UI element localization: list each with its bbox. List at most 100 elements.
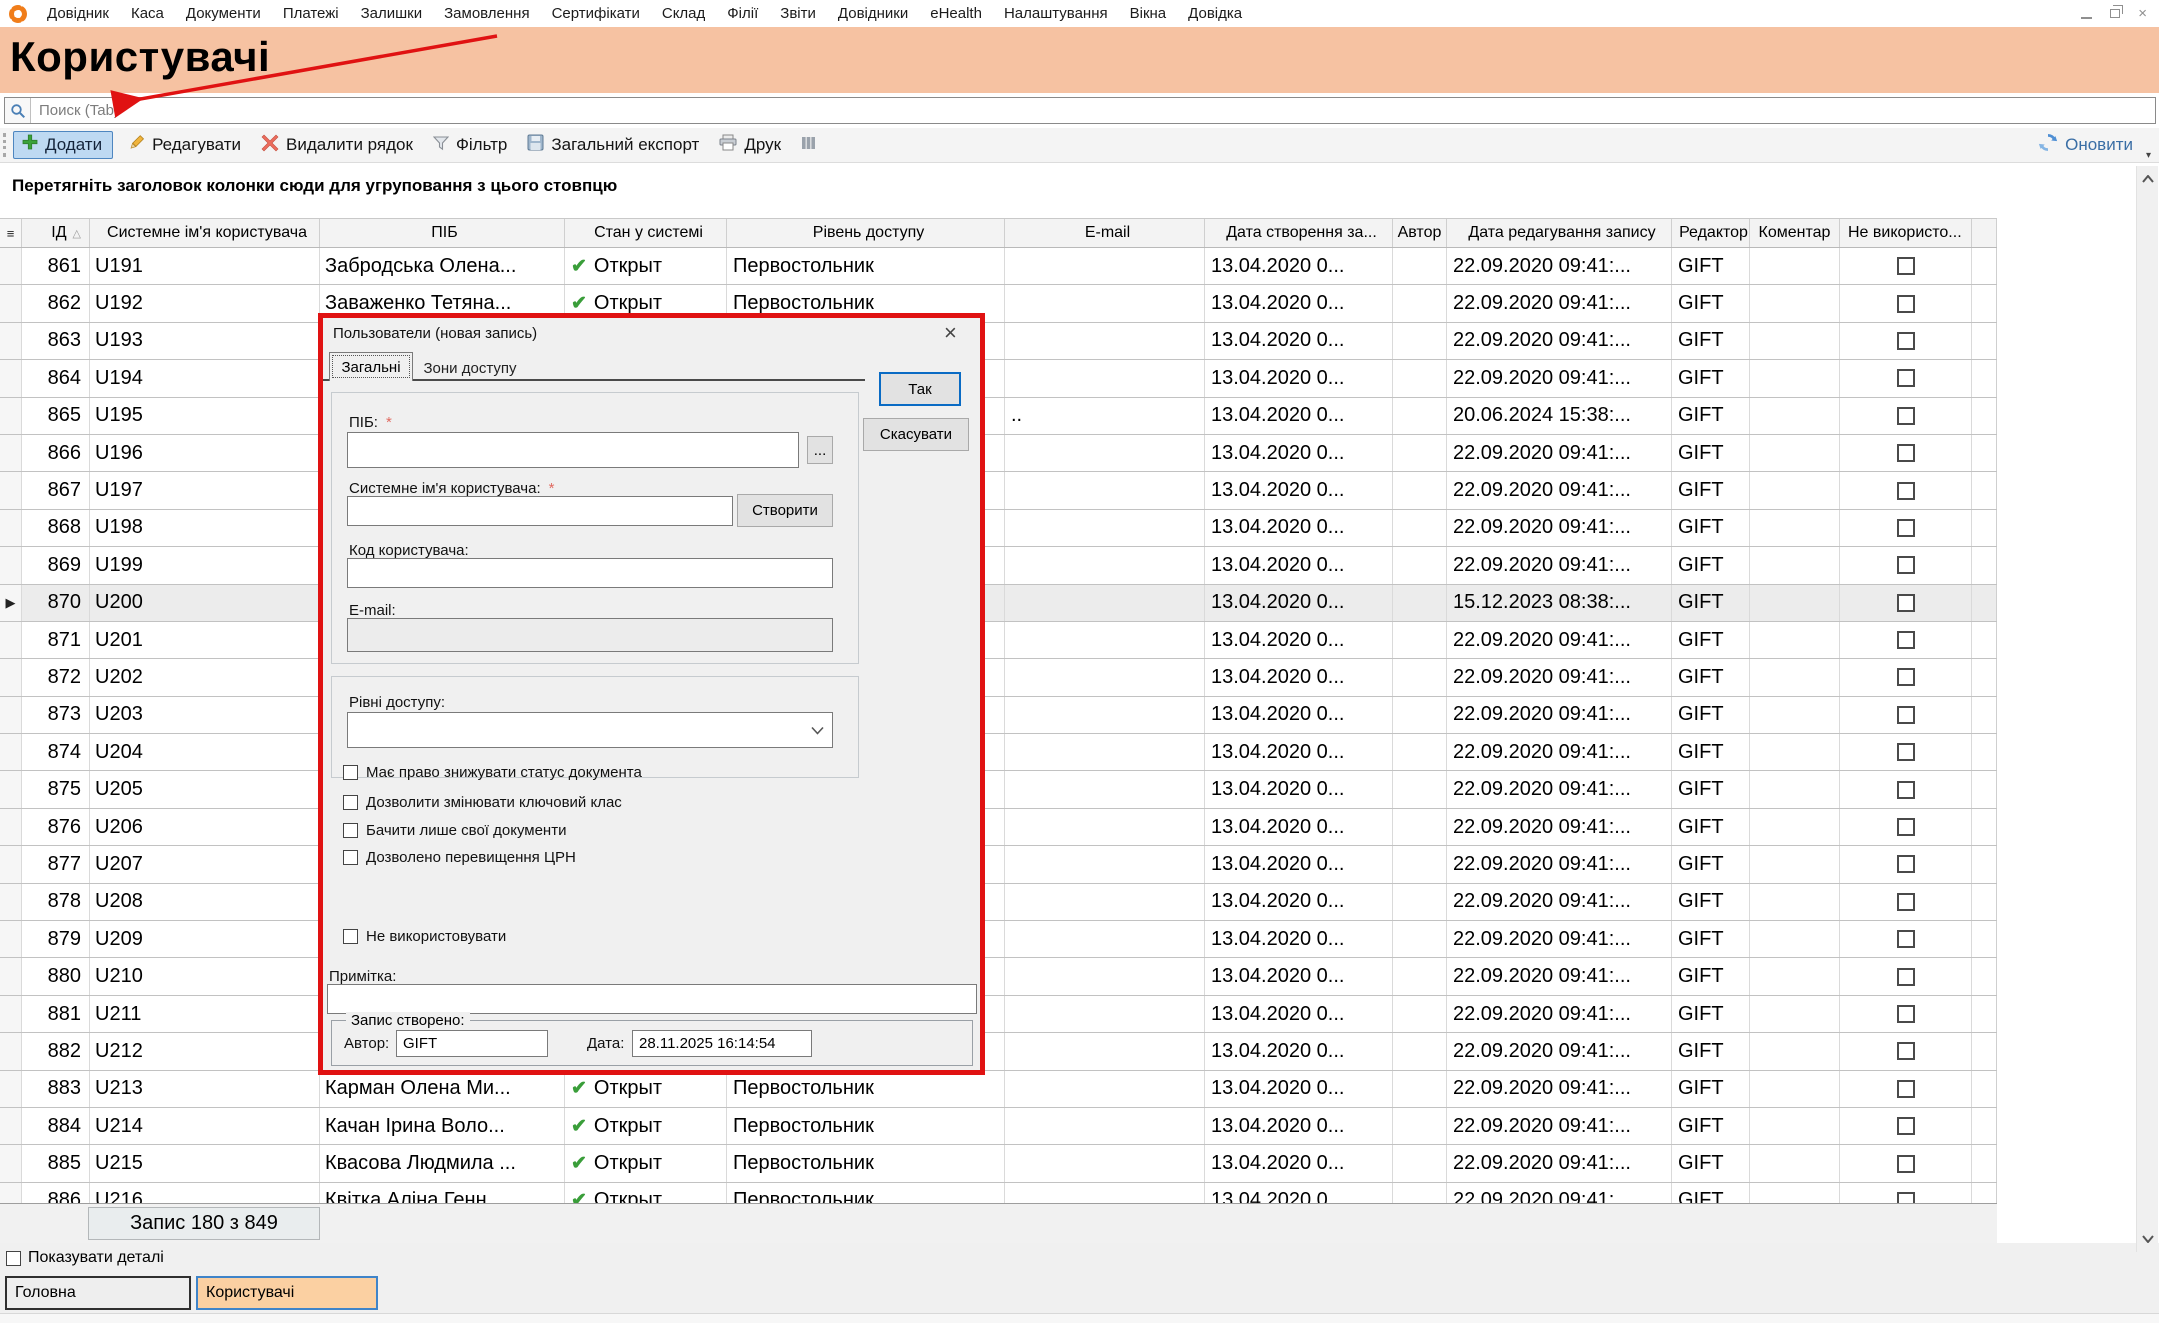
refresh-button[interactable]: Оновити	[2038, 133, 2133, 157]
unused-checkbox[interactable]	[1897, 257, 1915, 275]
column-header[interactable]: ІД△	[22, 219, 90, 247]
toolbar-overflow-caret[interactable]: ▾	[2146, 150, 2151, 161]
close-icon[interactable]: ×	[2138, 6, 2147, 21]
menu-item-12[interactable]: Налаштування	[993, 5, 1119, 22]
unused-checkbox[interactable]	[1897, 482, 1915, 500]
table-row[interactable]: 871U20113.04.2020 0...22.09.2020 09:41:.…	[0, 622, 1997, 659]
sysname-input[interactable]	[347, 496, 733, 526]
unused-checkbox[interactable]	[1897, 444, 1915, 462]
table-row[interactable]: 880U21013.04.2020 0...22.09.2020 09:41:.…	[0, 958, 1997, 995]
search-input[interactable]	[31, 102, 2155, 119]
unused-checkbox[interactable]	[1897, 407, 1915, 425]
unused-checkbox[interactable]	[1897, 1155, 1915, 1173]
unused-checkbox[interactable]	[1897, 855, 1915, 873]
restore-icon[interactable]	[2110, 9, 2120, 18]
menu-item-2[interactable]: Документи	[175, 5, 272, 22]
menu-item-8[interactable]: Філії	[716, 5, 769, 22]
dialog-checkbox-row-2[interactable]: Бачити лише свої документи	[343, 822, 566, 839]
tab-general[interactable]: Загальні	[329, 352, 413, 381]
unused-checkbox[interactable]	[1897, 295, 1915, 313]
dialog-checkbox-row-1[interactable]: Дозволити змінювати ключовий клас	[343, 794, 622, 811]
unused-checkbox[interactable]	[1897, 706, 1915, 724]
show-details-checkbox[interactable]	[6, 1251, 21, 1266]
horizontal-scrollbar[interactable]	[0, 1313, 2159, 1323]
checkbox[interactable]	[343, 850, 358, 865]
table-row[interactable]: 886U216Квітка Аліна Генн...✔ОткрытПервос…	[0, 1183, 1997, 1203]
unused-checkbox[interactable]	[1897, 631, 1915, 649]
menu-item-10[interactable]: Довідники	[827, 5, 919, 22]
vertical-scrollbar[interactable]	[2136, 166, 2158, 1252]
author-input[interactable]: GIFT	[396, 1030, 548, 1057]
create-button[interactable]: Створити	[737, 494, 833, 527]
toolbar-grip[interactable]	[3, 133, 7, 157]
nav-tab-users[interactable]: Користувачі	[196, 1276, 378, 1310]
delete-row-button[interactable]: Видалити рядок	[261, 134, 413, 157]
column-chooser-button[interactable]	[801, 135, 816, 155]
table-row[interactable]: 884U214Качан Ірина Воло...✔ОткрытПервост…	[0, 1108, 1997, 1145]
print-button[interactable]: Друк	[719, 134, 781, 156]
table-row[interactable]: ▶870U20013.04.2020 0...15.12.2023 08:38:…	[0, 585, 1997, 622]
dialog-close-icon[interactable]: ×	[944, 322, 957, 344]
column-header[interactable]: Редактор	[1672, 219, 1750, 247]
unused-checkbox[interactable]	[1897, 1080, 1915, 1098]
unused-checkbox[interactable]	[1897, 369, 1915, 387]
checkbox[interactable]	[343, 765, 358, 780]
column-header[interactable]: ПІБ	[320, 219, 565, 247]
table-row[interactable]: 862U192Заваженко Тетяна...✔ОткрытПервост…	[0, 285, 1997, 322]
column-header[interactable]: Системне ім'я користувача	[90, 219, 320, 247]
unused-checkbox[interactable]	[1897, 818, 1915, 836]
table-row[interactable]: 877U20713.04.2020 0...22.09.2020 09:41:.…	[0, 846, 1997, 883]
scroll-up-icon[interactable]	[2137, 168, 2159, 190]
unused-checkbox[interactable]	[1897, 594, 1915, 612]
unused-checkbox[interactable]	[1897, 1042, 1915, 1060]
column-header[interactable]: Не використо...	[1840, 219, 1972, 247]
checkbox[interactable]	[343, 823, 358, 838]
show-details-toggle[interactable]: Показувати деталі	[6, 1249, 164, 1267]
menu-item-14[interactable]: Довідка	[1177, 5, 1253, 22]
table-row[interactable]: 875U20513.04.2020 0...22.09.2020 09:41:.…	[0, 771, 1997, 808]
table-row[interactable]: 863U19313.04.2020 0...22.09.2020 09:41:.…	[0, 323, 1997, 360]
menu-item-5[interactable]: Замовлення	[433, 5, 540, 22]
edit-button[interactable]: Редагувати	[127, 134, 241, 157]
column-header[interactable]: Стан у системі	[565, 219, 727, 247]
column-header[interactable]: E-mail	[1005, 219, 1205, 247]
unused-checkbox[interactable]	[1897, 519, 1915, 537]
tab-access-zones[interactable]: Зони доступу	[415, 356, 525, 380]
add-button[interactable]: Додати	[13, 131, 113, 159]
table-row[interactable]: 872U20213.04.2020 0...22.09.2020 09:41:.…	[0, 659, 1997, 696]
column-header[interactable]: Коментар	[1750, 219, 1840, 247]
filter-button[interactable]: Фільтр	[433, 135, 507, 156]
cancel-button[interactable]: Скасувати	[863, 418, 969, 451]
menu-item-13[interactable]: Вікна	[1119, 5, 1178, 22]
unused-checkbox[interactable]	[1897, 743, 1915, 761]
unused-checkbox[interactable]	[1897, 968, 1915, 986]
table-row[interactable]: 864U19413.04.2020 0...22.09.2020 09:41:.…	[0, 360, 1997, 397]
unused-checkbox[interactable]	[343, 929, 358, 944]
table-row[interactable]: 865U195..13.04.2020 0...20.06.2024 15:38…	[0, 398, 1997, 435]
table-row[interactable]: 879U20913.04.2020 0...22.09.2020 09:41:.…	[0, 921, 1997, 958]
ok-button[interactable]: Так	[879, 372, 961, 406]
menu-item-3[interactable]: Платежі	[272, 5, 350, 22]
column-header[interactable]: Дата створення за...	[1205, 219, 1393, 247]
menu-item-6[interactable]: Сертифікати	[541, 5, 651, 22]
note-input[interactable]	[327, 984, 977, 1014]
table-row[interactable]: 874U20413.04.2020 0...22.09.2020 09:41:.…	[0, 734, 1997, 771]
table-row[interactable]: 882U21213.04.2020 0...22.09.2020 09:41:.…	[0, 1033, 1997, 1070]
menu-item-7[interactable]: Склад	[651, 5, 716, 22]
pib-input[interactable]	[347, 432, 799, 468]
table-row[interactable]: 885U215Квасова Людмила ...✔ОткрытПервост…	[0, 1145, 1997, 1182]
unused-checkbox[interactable]	[1897, 1192, 1915, 1203]
access-levels-select[interactable]	[347, 712, 833, 748]
unused-checkbox[interactable]	[1897, 1117, 1915, 1135]
unused-checkbox[interactable]	[1897, 668, 1915, 686]
menu-item-9[interactable]: Звіти	[769, 5, 827, 22]
unused-checkbox[interactable]	[1897, 930, 1915, 948]
checkbox[interactable]	[343, 795, 358, 810]
usercode-input[interactable]	[347, 558, 833, 588]
unused-checkbox-row[interactable]: Не використовувати	[343, 928, 506, 945]
table-row[interactable]: 873U20313.04.2020 0...22.09.2020 09:41:.…	[0, 697, 1997, 734]
date-input[interactable]: 28.11.2025 16:14:54	[632, 1030, 812, 1057]
nav-tab-home[interactable]: Головна	[5, 1276, 191, 1310]
table-row[interactable]: 861U191Забродська Олена...✔ОткрытПервост…	[0, 248, 1997, 285]
unused-checkbox[interactable]	[1897, 893, 1915, 911]
